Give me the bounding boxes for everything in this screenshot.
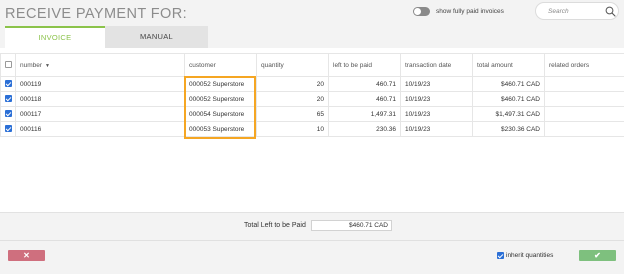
column-header-left-to-be-paid[interactable]: left to be paid	[328, 53, 401, 77]
cell-customer: 000052 Superstore	[184, 76, 257, 92]
cell-related-orders	[544, 121, 624, 137]
cell-left-to-be-paid[interactable]: 460.71	[328, 91, 401, 107]
inherit-quantities-label: inherit quantities	[506, 252, 554, 259]
tab-manual[interactable]: MANUAL	[105, 26, 208, 48]
cell-total-amount: $1,497.31 CAD	[472, 106, 545, 122]
cell-quantity[interactable]: 10	[256, 121, 329, 137]
row-checkbox-cell	[0, 76, 16, 92]
row-checkbox[interactable]	[4, 125, 12, 133]
toggle-knob	[414, 8, 421, 15]
cell-quantity[interactable]: 20	[256, 91, 329, 107]
cell-total-amount: $230.36 CAD	[472, 121, 545, 137]
total-left-value: $460.71 CAD	[311, 220, 392, 231]
cell-related-orders	[544, 91, 624, 107]
row-checkbox[interactable]	[4, 95, 12, 103]
table-row[interactable]: 000116 000053 Superstore 10 230.36 10/19…	[0, 121, 624, 137]
cell-transaction-date: 10/19/23	[400, 121, 473, 137]
cell-customer: 000054 Superstore	[184, 106, 257, 122]
show-fully-paid-toggle[interactable]	[413, 7, 430, 16]
column-header-label: number	[20, 61, 43, 69]
cell-total-amount: $460.71 CAD	[472, 91, 545, 107]
table-row[interactable]: 000119 000052 Superstore 20 460.71 10/19…	[0, 76, 624, 92]
cell-total-amount: $460.71 CAD	[472, 76, 545, 92]
footer-divider	[0, 240, 624, 241]
cell-left-to-be-paid[interactable]: 460.71	[328, 76, 401, 92]
cell-transaction-date: 10/19/23	[400, 91, 473, 107]
select-all-cell	[0, 53, 16, 77]
page-title: RECEIVE PAYMENT FOR:	[5, 6, 188, 22]
toggle-label: show fully paid invoices	[436, 8, 504, 15]
cell-quantity[interactable]: 65	[256, 106, 329, 122]
cell-related-orders	[544, 106, 624, 122]
cell-customer: 000053 Superstore	[184, 121, 257, 137]
sort-desc-icon[interactable]: ▼	[45, 63, 50, 69]
cell-transaction-date: 10/19/23	[400, 106, 473, 122]
close-icon: ✕	[23, 251, 30, 260]
row-checkbox[interactable]	[4, 110, 12, 118]
cell-left-to-be-paid[interactable]: 1,497.31	[328, 106, 401, 122]
cell-number: 000118	[15, 91, 185, 107]
row-checkbox-cell	[0, 91, 16, 107]
column-header-customer[interactable]: customer	[184, 53, 257, 77]
column-header-total-amount[interactable]: total amount	[472, 53, 545, 77]
column-header-transaction-date[interactable]: transaction date	[400, 53, 473, 77]
column-header-quantity[interactable]: quantity	[256, 53, 329, 77]
cell-number: 000117	[15, 106, 185, 122]
invoice-table: number ▼ customer quantity left to be pai…	[0, 53, 624, 137]
inherit-quantities-checkbox[interactable]	[497, 252, 504, 259]
tab-invoice[interactable]: INVOICE	[5, 26, 105, 48]
cell-number: 000119	[15, 76, 185, 92]
table-row[interactable]: 000118 000052 Superstore 20 460.71 10/19…	[0, 91, 624, 107]
cell-quantity[interactable]: 20	[256, 76, 329, 92]
checkmark-icon: ✔	[594, 251, 601, 260]
table-row[interactable]: 000117 000054 Superstore 65 1,497.31 10/…	[0, 106, 624, 122]
row-checkbox-cell	[0, 121, 16, 137]
cell-left-to-be-paid[interactable]: 230.36	[328, 121, 401, 137]
row-checkbox-cell	[0, 106, 16, 122]
cell-number: 000116	[15, 121, 185, 137]
select-all-checkbox[interactable]	[4, 61, 12, 69]
table-header-row: number ▼ customer quantity left to be pai…	[0, 53, 624, 77]
row-checkbox[interactable]	[4, 80, 12, 88]
column-header-number[interactable]: number ▼	[15, 53, 185, 77]
cell-transaction-date: 10/19/23	[400, 76, 473, 92]
confirm-button[interactable]: ✔	[579, 250, 616, 261]
cancel-button[interactable]: ✕	[8, 250, 45, 261]
total-left-label: Total Left to be Paid	[244, 222, 306, 229]
column-header-related-orders[interactable]: related orders	[544, 53, 624, 77]
cell-related-orders	[544, 76, 624, 92]
search-icon[interactable]	[605, 6, 616, 17]
search-input[interactable]	[548, 6, 603, 17]
search-box[interactable]	[535, 2, 619, 20]
cell-customer: 000052 Superstore	[184, 91, 257, 107]
